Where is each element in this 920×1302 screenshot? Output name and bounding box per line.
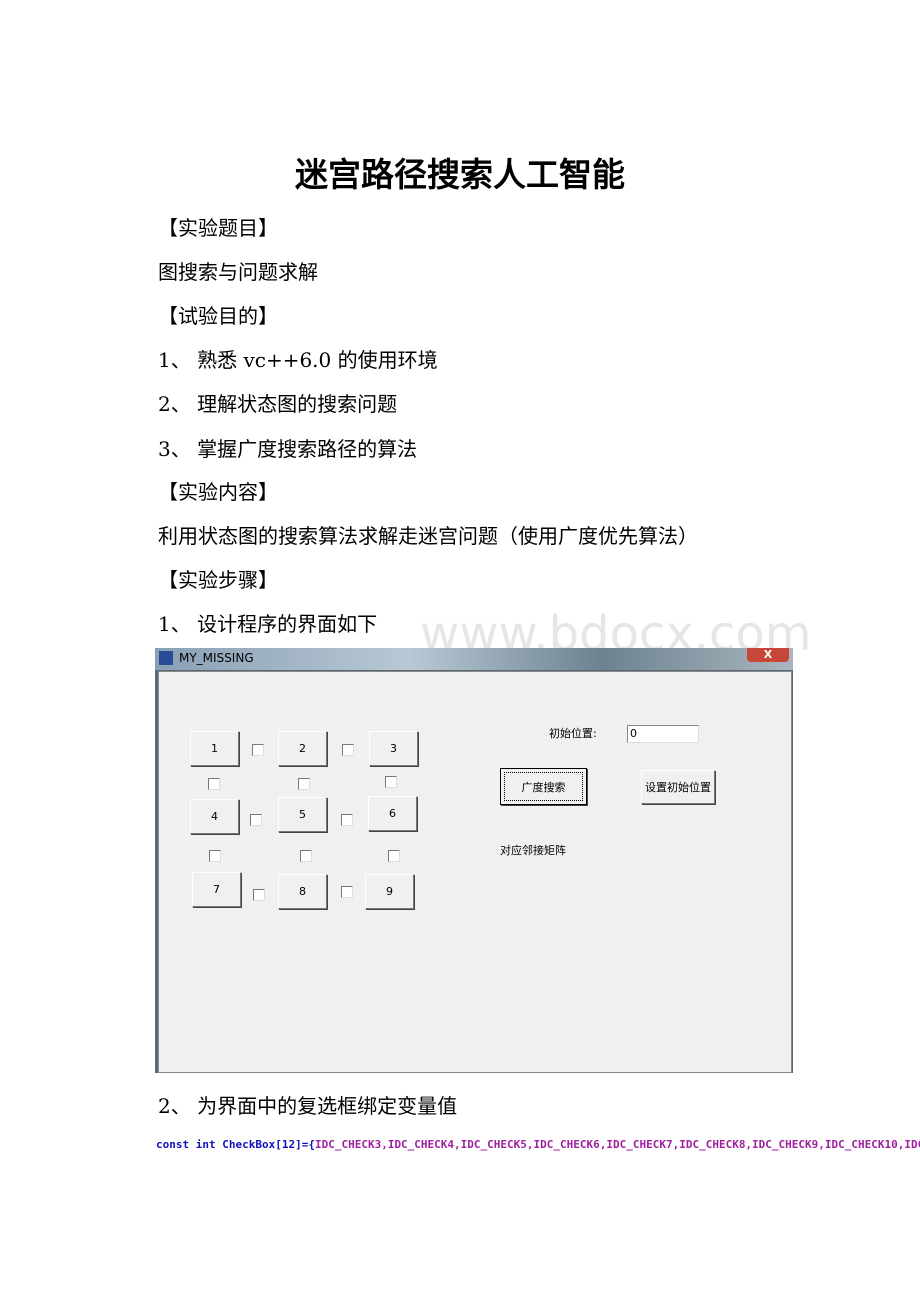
doc-line: 1、 设计程序的界面如下 bbox=[158, 612, 378, 636]
grid-button-3[interactable]: 3 bbox=[369, 731, 418, 766]
initial-position-input[interactable]: 0 bbox=[627, 725, 699, 743]
grid-button-5[interactable]: 5 bbox=[278, 797, 327, 832]
checkbox-3[interactable] bbox=[208, 778, 220, 790]
grid-button-7[interactable]: 7 bbox=[192, 872, 241, 907]
grid-button-8[interactable]: 8 bbox=[278, 874, 327, 909]
window-title: MY_MISSING bbox=[179, 651, 254, 665]
checkbox-4[interactable] bbox=[298, 778, 310, 790]
app-icon bbox=[159, 651, 173, 665]
caption-step2: 2、 为界面中的复选框绑定变量值 bbox=[158, 1094, 458, 1118]
code-line: const int CheckBox[12]={IDC_CHECK3,IDC_C… bbox=[156, 1138, 920, 1151]
code-items: IDC_CHECK3,IDC_CHECK4,IDC_CHECK5,IDC_CHE… bbox=[314, 1138, 920, 1151]
checkbox-8[interactable] bbox=[209, 850, 221, 862]
bfs-button[interactable]: 广度搜索 bbox=[500, 768, 587, 805]
grid-button-2[interactable]: 2 bbox=[278, 731, 327, 766]
doc-title: 迷宫路径搜索人工智能 bbox=[295, 155, 625, 194]
doc-line: 【实验内容】 bbox=[158, 480, 278, 504]
doc-line: 【实验题目】 bbox=[158, 216, 278, 240]
grid-button-1[interactable]: 1 bbox=[190, 731, 239, 766]
checkbox-10[interactable] bbox=[388, 850, 400, 862]
doc-line: 图搜索与问题求解 bbox=[158, 260, 318, 284]
adjacency-matrix-label: 对应邻接矩阵 bbox=[500, 844, 566, 857]
set-initial-button[interactable]: 设置初始位置 bbox=[641, 770, 715, 804]
grid-button-4[interactable]: 4 bbox=[190, 799, 239, 834]
initial-position-label: 初始位置: bbox=[549, 727, 597, 740]
close-button[interactable]: X bbox=[747, 648, 789, 662]
doc-line: 3、 掌握广度搜索路径的算法 bbox=[158, 437, 418, 461]
title-bar[interactable]: MY_MISSING X bbox=[155, 648, 793, 670]
doc-line: 【试验目的】 bbox=[158, 304, 278, 328]
checkbox-7[interactable] bbox=[341, 814, 353, 826]
document-page: www.bdocx.com 迷宫路径搜索人工智能 【实验题目】 图搜索与问题求解【… bbox=[0, 0, 920, 1302]
checkbox-2[interactable] bbox=[342, 744, 354, 756]
grid-button-6[interactable]: 6 bbox=[368, 796, 417, 831]
app-window: MY_MISSING X 1 2 3 4 5 6 7 8 9 初始位置: 0 广度搜索 设置初始… bbox=[155, 648, 793, 1073]
code-identifier: CheckBox[12]={ bbox=[222, 1138, 315, 1151]
checkbox-1[interactable] bbox=[252, 744, 264, 756]
doc-line: 1、 熟悉 vc++6.0 的使用环境 bbox=[158, 348, 438, 372]
grid-button-9[interactable]: 9 bbox=[365, 874, 414, 909]
code-keyword: int bbox=[195, 1138, 216, 1151]
checkbox-11[interactable] bbox=[253, 889, 265, 901]
doc-line: 【实验步骤】 bbox=[158, 568, 278, 592]
doc-line: 2、 理解状态图的搜索问题 bbox=[158, 392, 398, 416]
checkbox-6[interactable] bbox=[250, 814, 262, 826]
code-keyword: const bbox=[156, 1138, 190, 1151]
checkbox-12[interactable] bbox=[341, 886, 353, 898]
checkbox-5[interactable] bbox=[385, 776, 397, 788]
checkbox-9[interactable] bbox=[300, 850, 312, 862]
doc-line: 利用状态图的搜索算法求解走迷宫问题（使用广度优先算法） bbox=[158, 524, 698, 548]
